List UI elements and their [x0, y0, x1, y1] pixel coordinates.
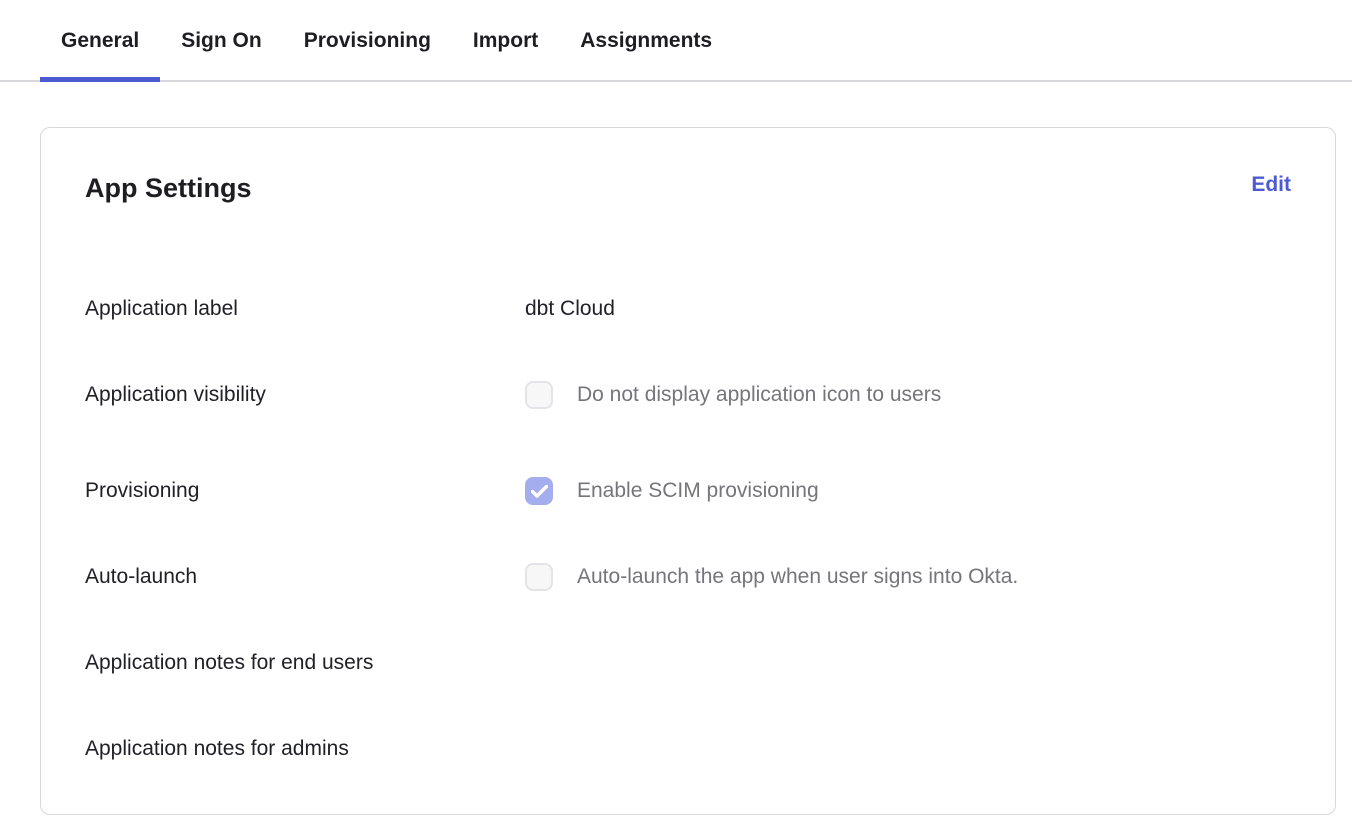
visibility-checkbox-group: Do not display application icon to users — [525, 380, 941, 410]
checkmark-icon — [531, 485, 548, 498]
tab-general[interactable]: General — [40, 26, 160, 80]
visibility-checkbox-label: Do not display application icon to users — [577, 380, 941, 410]
provisioning-checkbox-group: Enable SCIM provisioning — [525, 476, 819, 506]
auto-launch-checkbox-group: Auto-launch the app when user signs into… — [525, 562, 1018, 592]
tab-import[interactable]: Import — [452, 26, 559, 80]
settings-rows: Application label dbt Cloud Application … — [85, 294, 1291, 764]
field-label: Application notes for admins — [85, 734, 525, 764]
row-application-visibility: Application visibility Do not display ap… — [85, 380, 1291, 410]
field-label: Provisioning — [85, 476, 525, 506]
application-label-value: dbt Cloud — [525, 294, 615, 324]
visibility-checkbox[interactable] — [525, 381, 553, 409]
edit-button[interactable]: Edit — [1251, 170, 1291, 200]
row-auto-launch: Auto-launch Auto-launch the app when use… — [85, 562, 1291, 592]
card-header: App Settings Edit — [85, 170, 1291, 206]
tab-provisioning[interactable]: Provisioning — [283, 26, 452, 80]
scim-provisioning-checkbox[interactable] — [525, 477, 553, 505]
app-settings-card: App Settings Edit Application label dbt … — [40, 127, 1336, 815]
field-label: Auto-launch — [85, 562, 525, 592]
page-title: App Settings — [85, 170, 252, 206]
scim-provisioning-label: Enable SCIM provisioning — [577, 476, 819, 506]
row-notes-end-users: Application notes for end users — [85, 648, 1291, 678]
tab-bar: General Sign On Provisioning Import Assi… — [0, 0, 1352, 82]
auto-launch-checkbox[interactable] — [525, 563, 553, 591]
auto-launch-label: Auto-launch the app when user signs into… — [577, 562, 1018, 592]
row-notes-admins: Application notes for admins — [85, 734, 1291, 764]
tab-sign-on[interactable]: Sign On — [160, 26, 283, 80]
tab-assignments[interactable]: Assignments — [559, 26, 733, 80]
field-label: Application visibility — [85, 380, 525, 410]
row-application-label: Application label dbt Cloud — [85, 294, 1291, 324]
field-label: Application label — [85, 294, 525, 324]
field-label: Application notes for end users — [85, 648, 525, 678]
row-provisioning: Provisioning Enable SCIM provisioning — [85, 476, 1291, 506]
